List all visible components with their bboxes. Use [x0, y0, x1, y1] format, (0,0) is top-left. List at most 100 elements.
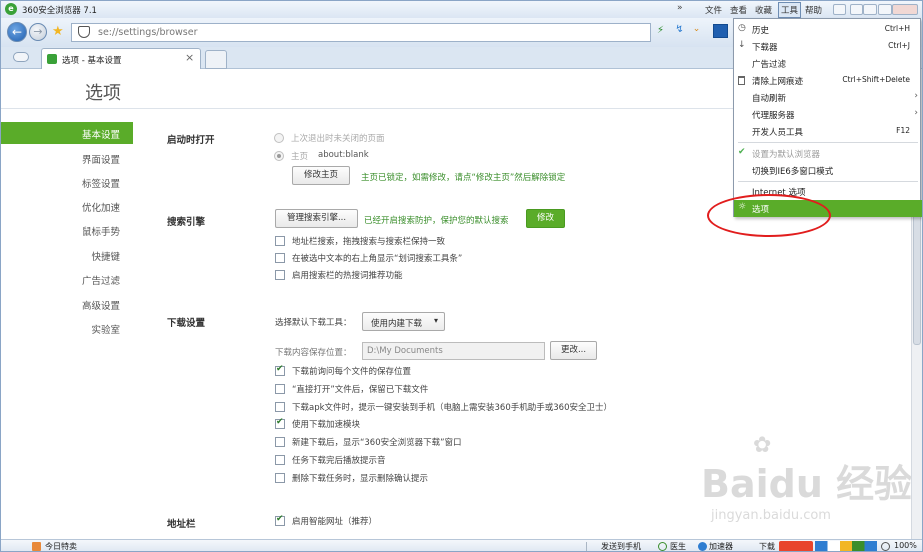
- zoom-icon[interactable]: [881, 542, 890, 551]
- download-path-field[interactable]: D:\My Documents: [362, 342, 545, 360]
- menu-tools[interactable]: 工具: [778, 2, 802, 18]
- submenu-arrow-icon: ›: [914, 91, 918, 101]
- download-option-label: 任务下载完后播放提示音: [292, 456, 386, 466]
- highlight-circle: [707, 194, 831, 237]
- download-option-checkbox[interactable]: [275, 417, 285, 429]
- startup-radio-homepage[interactable]: [274, 151, 284, 161]
- page-title: 选项: [85, 83, 121, 104]
- change-download-path-button[interactable]: 更改...: [550, 341, 597, 360]
- menu-item-downloader[interactable]: ↓ 下载器 Ctrl+J: [734, 38, 922, 55]
- sidebar-item-advanced[interactable]: 高级设置: [1, 293, 133, 315]
- addressbar-option-checkbox[interactable]: [275, 514, 285, 526]
- download-option-checkbox[interactable]: [275, 473, 285, 483]
- download-path-value: D:\My Documents: [367, 346, 443, 356]
- menu-item-clear-traces[interactable]: 清除上网痕迹 Ctrl+Shift+Delete: [734, 72, 922, 89]
- menu-item-label: 下载器: [752, 43, 778, 53]
- menu-item-history[interactable]: ◷ 历史 Ctrl+H: [734, 21, 922, 38]
- section-title-search: 搜索引擎: [167, 217, 206, 228]
- status-send-to-phone[interactable]: 发送到手机: [601, 541, 641, 551]
- status-zoom[interactable]: 100%: [894, 541, 917, 550]
- menu-item-label: 代理服务器: [752, 111, 795, 121]
- maximize-button[interactable]: [878, 4, 892, 15]
- download-option-checkbox[interactable]: [275, 437, 285, 447]
- shield-icon: [78, 26, 90, 38]
- close-button[interactable]: [892, 4, 918, 15]
- chevron-down-icon: ▾: [434, 316, 439, 325]
- sidebar-item-tabs[interactable]: 标签设置: [1, 171, 133, 193]
- download-option-label: 下载前询问每个文件的保存位置: [292, 367, 412, 377]
- download-option-checkbox[interactable]: [275, 402, 285, 412]
- tab-favicon-icon: [47, 54, 57, 64]
- minimize-button[interactable]: [863, 4, 877, 15]
- search-option-checkbox[interactable]: [275, 236, 285, 246]
- accelerator-icon[interactable]: [698, 542, 707, 551]
- section-title-download: 下载设置: [167, 318, 206, 329]
- menu-item-adfilter[interactable]: 广告过滤: [734, 55, 922, 72]
- compat-mode-icon[interactable]: ↯: [672, 24, 687, 38]
- sidebar-item-adblock[interactable]: 广告过滤: [1, 268, 133, 290]
- dropdown-icon[interactable]: ⌄: [690, 24, 703, 38]
- skin-icon[interactable]: [833, 4, 846, 15]
- modify-homepage-button[interactable]: 修改主页: [292, 166, 350, 185]
- sogou-icon[interactable]: [779, 541, 813, 551]
- sidebar-item-label: 广告过滤: [81, 276, 120, 287]
- favorite-star-icon[interactable]: ★: [52, 24, 64, 39]
- homepage-lock-note: 主页已锁定，如需修改，请点“修改主页”然后解除锁定: [361, 173, 566, 183]
- status-doctor[interactable]: 医生: [670, 541, 686, 551]
- menu-separator: [738, 181, 918, 182]
- menu-view[interactable]: 查看: [730, 4, 747, 16]
- sidebar-item-interface[interactable]: 界面设置: [1, 147, 133, 169]
- menu-help[interactable]: 帮助: [805, 4, 822, 16]
- sidebar-item-label: 实验室: [91, 325, 120, 336]
- search-option-checkbox[interactable]: [275, 253, 285, 263]
- download-tool-select[interactable]: 使用内建下载 ▾: [362, 312, 445, 331]
- accelerate-icon[interactable]: ⚡: [657, 25, 664, 36]
- sidebar-item-speed[interactable]: 优化加速: [1, 195, 133, 217]
- sidebar-item-shortcuts[interactable]: 快捷键: [1, 244, 133, 266]
- forward-button[interactable]: →: [29, 23, 47, 41]
- gift-icon[interactable]: [32, 542, 41, 551]
- tab-options[interactable]: 选项 - 基本设置 ×: [41, 48, 201, 69]
- cloud-icon[interactable]: [13, 52, 29, 62]
- menu-file[interactable]: 文件: [705, 4, 722, 16]
- startup-option-last-session: 上次退出时未关闭的页面: [291, 134, 385, 144]
- ime-icons[interactable]: [815, 541, 877, 551]
- menu-favorites[interactable]: 收藏: [755, 4, 772, 16]
- radio-dot: [277, 154, 281, 158]
- back-button[interactable]: ←: [7, 22, 27, 42]
- status-accelerator[interactable]: 加速器: [709, 541, 733, 551]
- menu-item-label: 设置为默认浏览器: [752, 150, 821, 160]
- menu-item-proxy[interactable]: 代理服务器 ›: [734, 106, 922, 123]
- address-url: se://settings/browser: [98, 27, 198, 38]
- startup-radio-last-session[interactable]: [274, 133, 284, 143]
- restore-small-icon[interactable]: [850, 4, 863, 15]
- screenshot-icon[interactable]: [713, 24, 728, 38]
- download-option-checkbox[interactable]: [275, 384, 285, 394]
- download-option-checkbox[interactable]: [275, 455, 285, 465]
- menu-item-label: 自动刷新: [752, 94, 787, 104]
- double-chevron-icon[interactable]: »: [677, 3, 683, 13]
- sidebar-item-basic[interactable]: 基本设置: [1, 122, 133, 144]
- download-option-checkbox[interactable]: [275, 364, 285, 376]
- homepage-url: about:blank: [318, 150, 369, 160]
- sidebar-item-label: 界面设置: [81, 155, 120, 166]
- menu-item-ie6-mode[interactable]: 切换到IE6多窗口模式: [734, 162, 922, 179]
- search-protect-note: 已经开启搜索防护，保护您的默认搜索: [364, 216, 509, 226]
- search-modify-button[interactable]: 修改: [526, 209, 565, 228]
- tab-close-icon[interactable]: ×: [185, 51, 194, 64]
- status-today-deals[interactable]: 今日特卖: [45, 541, 77, 551]
- sidebar-item-gestures[interactable]: 鼠标手势: [1, 219, 133, 241]
- menu-item-auto-refresh[interactable]: 自动刷新 ›: [734, 89, 922, 106]
- new-tab-button[interactable]: [205, 50, 227, 69]
- sidebar-item-lab[interactable]: 实验室: [1, 317, 133, 339]
- menu-item-devtools[interactable]: 开发人员工具 F12: [734, 123, 922, 140]
- section-title-addressbar: 地址栏: [167, 519, 196, 530]
- status-download[interactable]: 下载: [759, 541, 775, 551]
- search-option-checkbox[interactable]: [275, 270, 285, 280]
- manage-search-engines-button[interactable]: 管理搜索引擎...: [275, 209, 358, 228]
- address-field[interactable]: se://settings/browser: [71, 23, 651, 42]
- menu-item-label: 清除上网痕迹: [752, 77, 804, 87]
- doctor-icon[interactable]: [658, 542, 667, 551]
- sidebar-item-label: 优化加速: [81, 203, 120, 214]
- watermark-logo: ✿ Baidu 经验 jingyan.baidu.com: [701, 433, 911, 523]
